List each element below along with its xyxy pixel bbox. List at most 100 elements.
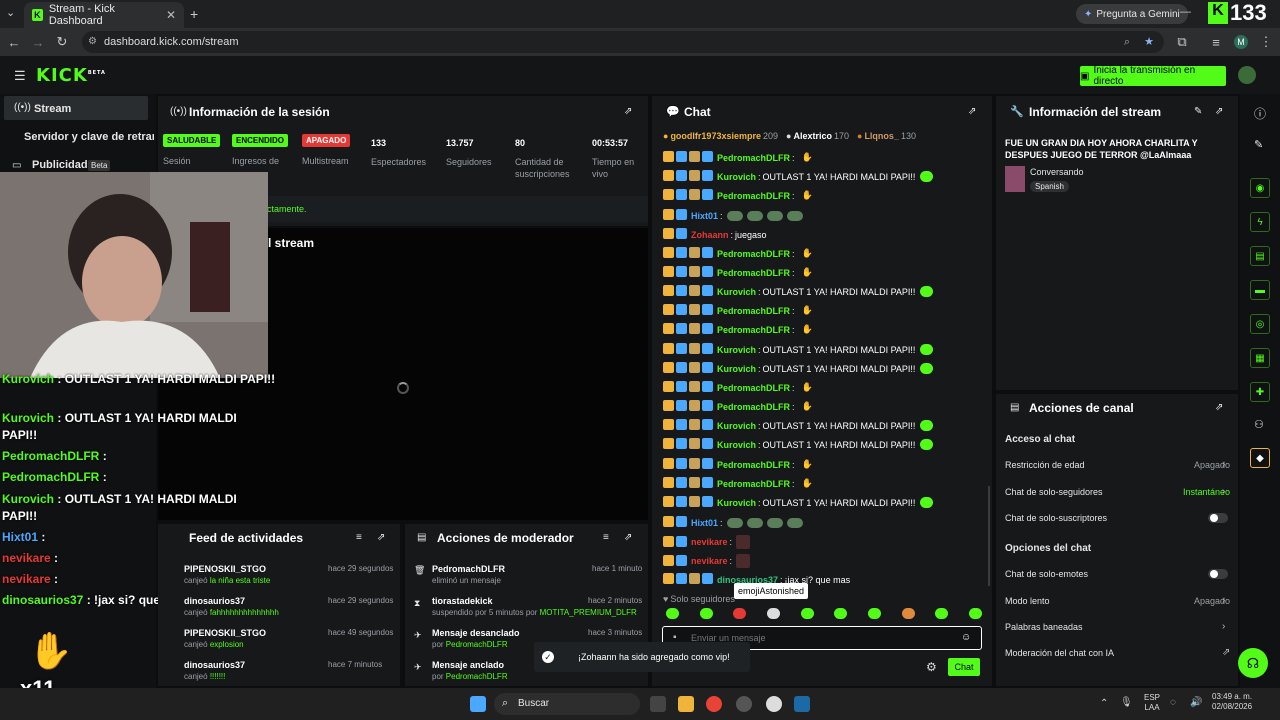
- minimize-icon[interactable]: —: [1180, 6, 1191, 18]
- clipboard-icon[interactable]: ▦: [1250, 348, 1270, 368]
- profile-avatar[interactable]: M: [1234, 35, 1248, 49]
- emote-astonished-icon[interactable]: [766, 608, 780, 619]
- chat-message[interactable]: PedromachDLFR: ✋: [663, 151, 813, 164]
- chat-username[interactable]: PedromachDLFR: [717, 402, 790, 412]
- start-menu-icon[interactable]: [470, 696, 486, 712]
- emote-only-toggle[interactable]: [1208, 569, 1228, 579]
- chat-message[interactable]: PedromachDLFR: ✋: [663, 458, 813, 471]
- hamburger-menu-icon[interactable]: ☰: [14, 68, 26, 84]
- edit-icon[interactable]: ✎: [1194, 106, 1202, 117]
- emote-icon[interactable]: [733, 608, 747, 619]
- chat-username[interactable]: Hixt01: [691, 518, 718, 528]
- chat-username[interactable]: PedromachDLFR: [717, 383, 790, 393]
- chat-username[interactable]: Kurovich: [717, 172, 756, 182]
- chevron-right-icon[interactable]: ›: [1222, 459, 1225, 470]
- tray-chevron-icon[interactable]: ⌃: [1100, 698, 1108, 709]
- chat-username[interactable]: nevikare: [691, 537, 728, 547]
- chat-username[interactable]: Kurovich: [717, 345, 756, 355]
- lightning-icon[interactable]: ϟ: [1250, 212, 1270, 232]
- zoom-icon[interactable]: ⌕: [1124, 31, 1130, 53]
- chat-message[interactable]: PedromachDLFR: ✋: [663, 400, 813, 413]
- sidebar-item-stream-key[interactable]: Servidor y clave de retransmisión: [24, 131, 154, 143]
- chat-message[interactable]: PedromachDLFR: ✋: [663, 266, 813, 279]
- emote-icon[interactable]: [968, 608, 982, 619]
- popout-icon[interactable]: ⇗: [1215, 402, 1223, 413]
- banned-words-label[interactable]: Palabras baneadas: [1005, 622, 1083, 632]
- media-player-icon[interactable]: [766, 696, 782, 712]
- filter-icon[interactable]: ≡: [356, 532, 362, 543]
- gemini-button[interactable]: ✦ Pregunta a Gemini: [1076, 4, 1188, 24]
- forward-icon[interactable]: →: [28, 32, 48, 52]
- clock[interactable]: 03:49 a. m. 02/08/2026: [1212, 692, 1252, 712]
- reload-icon[interactable]: ↻: [52, 32, 72, 52]
- emote-icon[interactable]: [867, 608, 881, 619]
- camera-icon[interactable]: ◉: [1250, 178, 1270, 198]
- tab-search-icon[interactable]: ⌄: [6, 6, 15, 19]
- document-icon[interactable]: ▤: [1250, 246, 1270, 266]
- steam-icon[interactable]: [794, 696, 810, 712]
- popout-icon[interactable]: ⇗: [624, 106, 632, 117]
- chat-message[interactable]: Kurovich: OUTLAST 1 YA! HARDI MALDI PAPI!…: [663, 343, 934, 356]
- chat-username[interactable]: PedromachDLFR: [717, 191, 790, 201]
- chat-message[interactable]: Kurovich: OUTLAST 1 YA! HARDI MALDI PAPI!…: [663, 362, 934, 375]
- chat-username[interactable]: PedromachDLFR: [717, 325, 790, 335]
- file-explorer-icon[interactable]: [678, 696, 694, 712]
- filter-icon[interactable]: ≡: [603, 532, 609, 543]
- chrome-icon[interactable]: [706, 696, 722, 712]
- address-bar[interactable]: ⚙ dashboard.kick.com/stream ⌕ ★: [82, 31, 1164, 53]
- site-info-icon[interactable]: ⚙: [88, 31, 97, 53]
- support-chat-button[interactable]: ☊: [1238, 648, 1268, 678]
- emote-icon[interactable]: [666, 608, 679, 619]
- age-restriction-label[interactable]: Restricción de edad: [1005, 460, 1085, 470]
- emote-icon[interactable]: [935, 608, 949, 619]
- chat-username[interactable]: PedromachDLFR: [717, 153, 790, 163]
- users-icon[interactable]: ⚇: [1254, 418, 1264, 431]
- chat-message[interactable]: Kurovich: OUTLAST 1 YA! HARDI MALDI PAPI!…: [663, 419, 934, 432]
- chat-message[interactable]: Kurovich: OUTLAST 1 YA! HARDI MALDI PAPI!…: [663, 170, 934, 183]
- chat-username[interactable]: PedromachDLFR: [717, 479, 790, 489]
- chat-username[interactable]: PedromachDLFR: [717, 268, 790, 278]
- chat-message[interactable]: Zohaann: juegaso: [663, 228, 767, 241]
- popout-icon[interactable]: ⇗: [968, 106, 976, 117]
- chat-username[interactable]: PedromachDLFR: [717, 306, 790, 316]
- chevron-right-icon[interactable]: ›: [1222, 595, 1225, 606]
- broadcast-icon[interactable]: ◎: [1250, 314, 1270, 334]
- emote-icon[interactable]: [834, 608, 848, 619]
- ai-moderation-label[interactable]: Moderación del chat con IA: [1005, 648, 1114, 658]
- chat-message[interactable]: Kurovich: OUTLAST 1 YA! HARDI MALDI PAPI!…: [663, 438, 934, 451]
- chat-scrollbar[interactable]: [988, 486, 990, 586]
- emote-icon[interactable]: [800, 608, 814, 619]
- popout-icon[interactable]: ⇗: [377, 532, 385, 543]
- chat-message[interactable]: nevikare:: [663, 554, 751, 568]
- network-icon[interactable]: ◌: [1170, 697, 1176, 708]
- mic-icon[interactable]: 🎙: [1120, 697, 1133, 708]
- emoji-picker-icon[interactable]: ☺: [961, 632, 971, 643]
- chat-username[interactable]: PedromachDLFR: [717, 249, 790, 259]
- chat-message[interactable]: PedromachDLFR: ✋: [663, 304, 813, 317]
- external-link-icon[interactable]: ⇗: [1222, 647, 1230, 658]
- followers-only-chat-label[interactable]: Chat de solo-seguidores: [1005, 487, 1103, 497]
- taskbar-search[interactable]: ⌕ Buscar: [494, 693, 640, 715]
- popout-icon[interactable]: ⇗: [1215, 106, 1223, 117]
- chevron-right-icon[interactable]: ›: [1222, 486, 1225, 497]
- task-view-icon[interactable]: [650, 696, 666, 712]
- user-avatar[interactable]: [1238, 66, 1256, 84]
- chat-send-button[interactable]: Chat: [948, 658, 980, 676]
- chat-message[interactable]: nevikare:: [663, 535, 751, 549]
- chat-username[interactable]: Kurovich: [717, 440, 756, 450]
- chat-message[interactable]: PedromachDLFR: ✋: [663, 323, 813, 336]
- chat-message[interactable]: Hixt01:: [663, 516, 805, 529]
- chat-username[interactable]: Zohaann: [691, 230, 729, 240]
- close-tab-icon[interactable]: ✕: [166, 8, 176, 22]
- back-icon[interactable]: ←: [4, 32, 24, 52]
- chat-message[interactable]: Kurovich: OUTLAST 1 YA! HARDI MALDI PAPI!…: [663, 496, 934, 509]
- chat-username[interactable]: Kurovich: [717, 364, 756, 374]
- chat-username[interactable]: Hixt01: [691, 211, 718, 221]
- emote-icon[interactable]: [901, 608, 915, 619]
- chat-message[interactable]: PedromachDLFR: ✋: [663, 477, 813, 490]
- raid-icon[interactable]: ◆: [1250, 448, 1270, 468]
- chat-message[interactable]: PedromachDLFR: ✋: [663, 381, 813, 394]
- chat-message[interactable]: PedromachDLFR: ✋: [663, 189, 813, 202]
- sidebar-item-stream[interactable]: ((•)) Stream: [4, 96, 148, 120]
- emote-icon[interactable]: [699, 608, 713, 619]
